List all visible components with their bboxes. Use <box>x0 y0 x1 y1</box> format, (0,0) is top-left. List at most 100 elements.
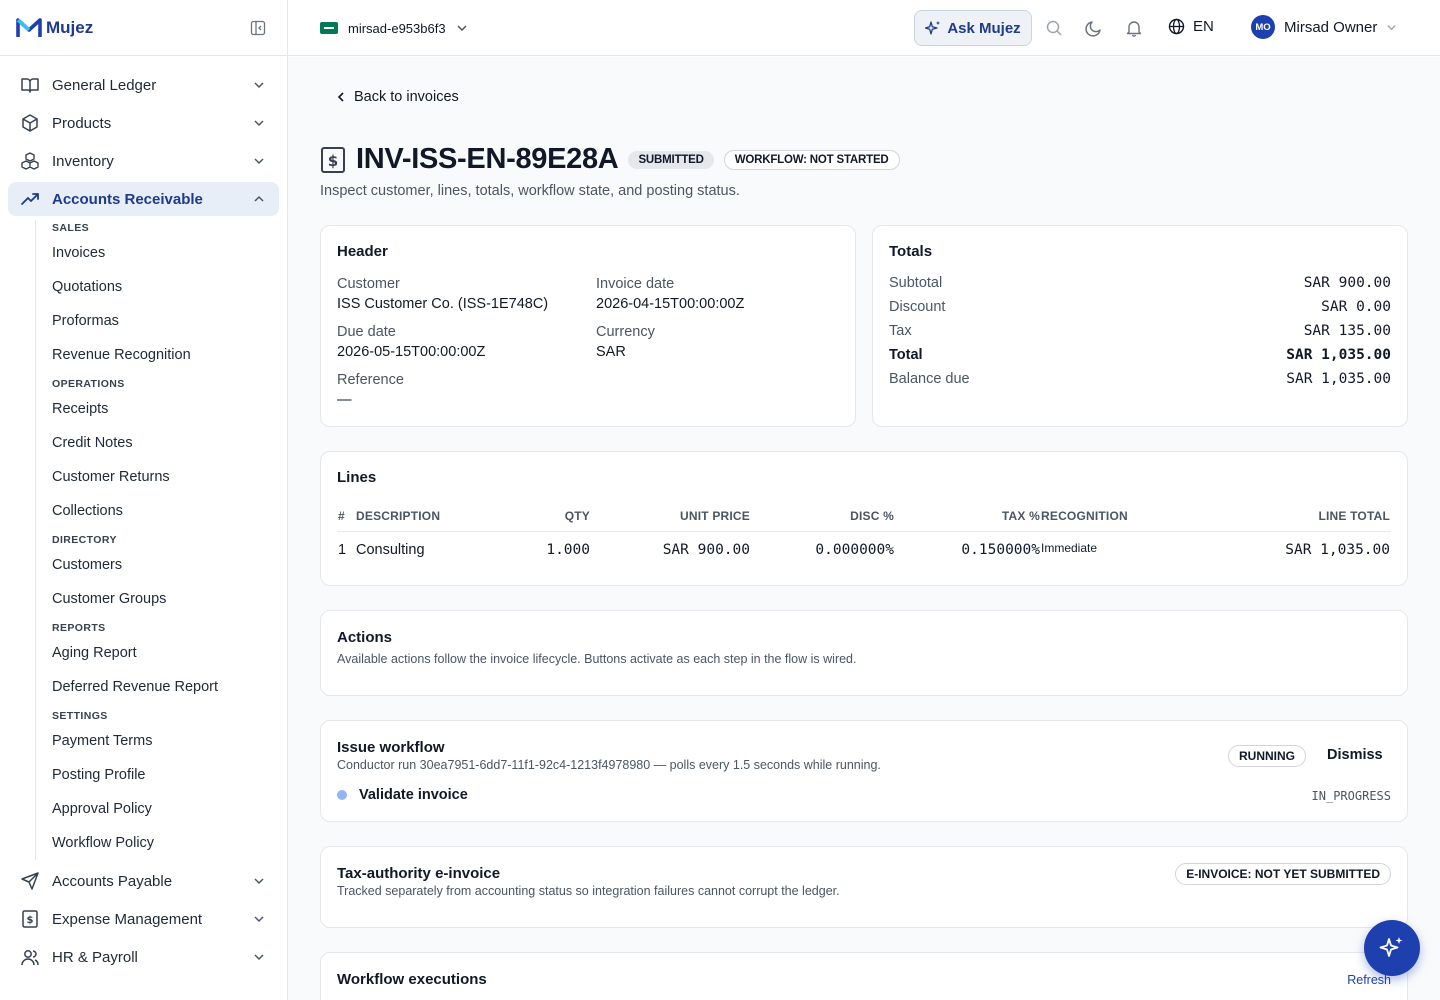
customer-value: ISS Customer Co. (ISS-1E748C) <box>337 296 549 312</box>
currency-label: Currency <box>596 324 655 340</box>
avatar: MO <box>1251 15 1275 39</box>
sidebar-item-label: Accounts Payable <box>52 872 173 890</box>
sidebar-item-payment-terms[interactable]: Payment Terms <box>52 724 287 758</box>
totals-card: Totals Subtotal SAR 900.00 Discount SAR … <box>872 225 1408 427</box>
sidebar-item-general-ledger[interactable]: General Ledger <box>8 68 279 102</box>
sidebar-collapse-icon[interactable] <box>250 20 266 36</box>
section-settings: SETTINGS <box>52 710 108 722</box>
language-switcher[interactable]: EN <box>1168 18 1214 35</box>
sidebar-item-collections[interactable]: Collections <box>52 494 287 528</box>
sidebar-item-expense-management[interactable]: $ Expense Management <box>8 902 279 936</box>
totals-row-tax: Tax SAR 135.00 <box>889 323 1391 347</box>
invoice-dollar-icon: $ <box>321 146 345 173</box>
sidebar-item-revenue-recognition[interactable]: Revenue Recognition <box>52 338 287 372</box>
customer-label: Customer <box>337 276 400 292</box>
step-status-dot <box>337 790 347 800</box>
col-header-description: DESCRIPTION <box>356 509 441 523</box>
ai-assistant-fab[interactable] <box>1364 920 1420 976</box>
page-title: INV-ISS-EN-89E28A <box>356 143 619 175</box>
line-disc: 0.000000% <box>815 542 894 558</box>
einvoice-title: Tax-authority e-invoice <box>337 865 501 882</box>
chevron-down-icon <box>254 878 264 885</box>
sidebar-item-workflow-policy[interactable]: Workflow Policy <box>52 826 287 860</box>
totals-card-title: Totals <box>889 243 933 260</box>
users-icon <box>20 947 40 967</box>
totals-value: SAR 1,035.00 <box>1286 371 1391 387</box>
chevron-down-icon <box>254 120 264 127</box>
ask-mujez-button[interactable]: Ask Mujez <box>914 10 1032 46</box>
chevron-down-icon <box>457 25 467 32</box>
mujez-logo-icon <box>16 17 42 37</box>
sidebar-item-deferred-revenue-report[interactable]: Deferred Revenue Report <box>52 670 287 704</box>
sidebar-item-aging-report[interactable]: Aging Report <box>52 636 287 670</box>
step-status: IN_PROGRESS <box>1311 789 1391 803</box>
sidebar-item-hr-payroll[interactable]: HR & Payroll <box>8 940 279 974</box>
sidebar-item-approval-policy[interactable]: Approval Policy <box>52 792 287 826</box>
col-header-tax: TAX % <box>1001 509 1040 523</box>
sidebar-item-label: General Ledger <box>52 76 157 94</box>
sidebar-item-invoices[interactable]: Invoices <box>52 236 287 270</box>
einvoice-status-badge: E-INVOICE: NOT YET SUBMITTED <box>1175 863 1391 885</box>
einvoice-desc: Tracked separately from accounting statu… <box>337 884 840 898</box>
sidebar-item-quotations[interactable]: Quotations <box>52 270 287 304</box>
invoice-date-value: 2026-04-15T00:00:00Z <box>596 296 745 312</box>
workflow-executions-card: Workflow executions Refresh <box>320 952 1408 1000</box>
brand[interactable]: Mujez <box>0 0 287 56</box>
sidebar-item-label: Inventory <box>52 152 114 170</box>
user-menu[interactable]: MO Mirsad Owner <box>1251 15 1397 39</box>
dismiss-button[interactable]: Dismiss <box>1327 747 1383 763</box>
sidebar-item-customer-returns[interactable]: Customer Returns <box>52 460 287 494</box>
sidebar-item-accounts-payable[interactable]: Accounts Payable <box>8 864 279 898</box>
actions-card-desc: Available actions follow the invoice lif… <box>337 652 857 666</box>
sidebar-item-receipts[interactable]: Receipts <box>52 392 287 426</box>
currency-value: SAR <box>596 344 626 360</box>
sidebar-item-products[interactable]: Products <box>8 106 279 140</box>
box-icon <box>20 113 40 133</box>
page-subtitle: Inspect customer, lines, totals, workflo… <box>320 183 740 199</box>
lines-card-title: Lines <box>337 469 377 486</box>
reference-value: — <box>337 392 352 408</box>
col-header-qty: QTY <box>564 509 590 523</box>
sidebar-item-posting-profile[interactable]: Posting Profile <box>52 758 287 792</box>
section-sales: SALES <box>52 222 90 234</box>
section-operations: OPERATIONS <box>52 378 125 390</box>
workflow-badge: WORKFLOW: NOT STARTED <box>723 149 900 170</box>
section-reports: REPORTS <box>52 622 106 634</box>
totals-value: SAR 0.00 <box>1321 299 1391 315</box>
chevron-left-icon <box>337 92 344 102</box>
totals-value: SAR 1,035.00 <box>1286 347 1391 363</box>
due-date-value: 2026-05-15T00:00:00Z <box>337 344 486 360</box>
receipt-dollar-icon: $ <box>20 909 40 929</box>
sidebar-item-credit-notes[interactable]: Credit Notes <box>52 426 287 460</box>
topbar: mirsad-e953b6f3 Ask Mujez EN MO Mirsad O… <box>288 0 1440 56</box>
totals-row-total: Total SAR 1,035.00 <box>889 347 1391 371</box>
line-num: 1 <box>338 542 347 558</box>
workflow-executions-title: Workflow executions <box>337 971 487 988</box>
totals-label: Balance due <box>889 371 970 387</box>
sidebar-item-proformas[interactable]: Proformas <box>52 304 287 338</box>
line-unit-price: SAR 900.00 <box>662 542 750 558</box>
sidebar-item-label: Products <box>52 114 112 132</box>
sparkles-icon <box>925 21 941 35</box>
moon-icon[interactable] <box>1085 19 1103 37</box>
step-label: Validate invoice <box>359 787 468 803</box>
main-content: Back to invoices $ INV-ISS-EN-89E28A SUB… <box>288 57 1440 1000</box>
brand-name: Mujez <box>46 17 94 37</box>
sidebar-item-label: HR & Payroll <box>52 948 138 966</box>
col-header-unit-price: UNIT PRICE <box>679 509 750 523</box>
tenant-switcher[interactable]: mirsad-e953b6f3 <box>320 12 468 44</box>
tenant-name: mirsad-e953b6f3 <box>348 20 446 36</box>
issue-workflow-card: Issue workflow Conductor run 30ea7951-6d… <box>320 720 1408 822</box>
sidebar-item-accounts-receivable[interactable]: Accounts Receivable <box>8 182 279 216</box>
sidebar-item-inventory[interactable]: Inventory <box>8 144 279 178</box>
search-icon[interactable] <box>1045 19 1063 37</box>
sidebar-item-customer-groups[interactable]: Customer Groups <box>52 582 287 616</box>
page-header: $ INV-ISS-EN-89E28A SUBMITTED WORKFLOW: … <box>320 143 900 176</box>
chevron-down-icon <box>254 82 264 89</box>
col-header-disc: DISC % <box>850 509 894 523</box>
bell-icon[interactable] <box>1125 19 1143 37</box>
sidebar-item-customers[interactable]: Customers <box>52 548 287 582</box>
sidebar-item-label: Expense Management <box>52 910 203 928</box>
totals-row-balance-due: Balance due SAR 1,035.00 <box>889 371 1391 395</box>
back-to-invoices-link[interactable]: Back to invoices <box>336 89 459 105</box>
